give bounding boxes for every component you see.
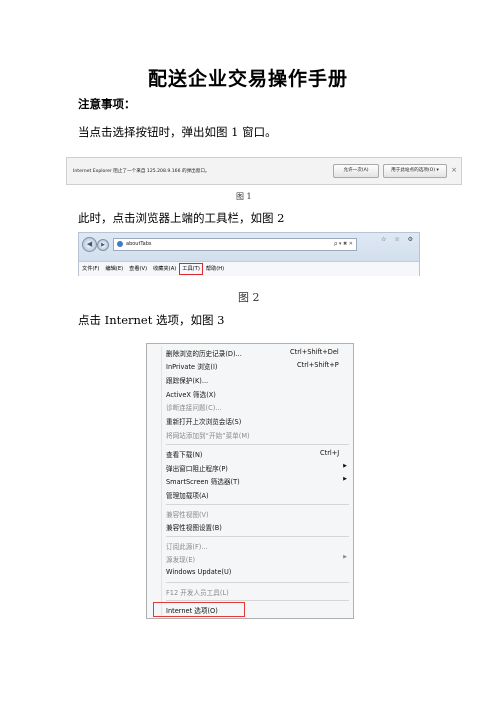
menu-item-delete-history[interactable]: 删除浏览的历史记录(D)... bbox=[166, 348, 242, 358]
site-options-button[interactable]: 用于此站点的选项(O) ▾ bbox=[383, 164, 447, 178]
menu-item-feed-discovery: 源发现(E) bbox=[166, 556, 196, 564]
menu-item-dev-tools: F12 开发人员工具(L) bbox=[166, 589, 229, 597]
note-heading: 注意事项： bbox=[78, 97, 136, 111]
address-bar[interactable]: aboutTabs ρ ▾ ✖ ✕ bbox=[113, 238, 357, 251]
submenu-arrow-icon: ▶ bbox=[343, 476, 347, 482]
toolbar-icons[interactable]: ☆ ☆ ⚙ bbox=[381, 236, 416, 243]
menu-item-inprivate[interactable]: InPrivate 浏览(I) bbox=[166, 361, 218, 371]
menu-item-compat-view: 兼容性视图(V) bbox=[166, 511, 209, 519]
menu-gutter bbox=[161, 346, 162, 616]
figure-2-caption: 图 2 bbox=[238, 291, 260, 304]
menu-separator bbox=[166, 600, 349, 601]
menu-item-popup-blocker[interactable]: 弹出窗口阻止程序(P) bbox=[166, 463, 228, 473]
menu-edit[interactable]: 编辑(E) bbox=[102, 262, 126, 276]
menu-item-tracking-protection[interactable]: 跟踪保护(K)... bbox=[166, 375, 208, 385]
menu-item-add-to-start: 将网站添加到“开始”菜单(M) bbox=[166, 432, 250, 440]
figure-1-caption: 图 1 bbox=[236, 192, 252, 201]
menu-separator bbox=[166, 536, 349, 537]
infobar-message: Internet Explorer 阻止了一个来自 125.208.9.166 … bbox=[73, 169, 210, 174]
menu-item-windows-update[interactable]: Windows Update(U) bbox=[166, 568, 231, 576]
menu-item-smartscreen[interactable]: SmartScreen 筛选器(T) bbox=[166, 476, 240, 486]
menu-bar: 文件(F) 编辑(E) 查看(V) 收藏夹(A) 工具(T) 帮助(H) bbox=[79, 261, 419, 276]
menu-tools[interactable]: 工具(T) bbox=[179, 263, 203, 275]
paragraph-3: 点击 Internet 选项，如图 3 bbox=[78, 313, 225, 327]
tab-title: aboutTabs bbox=[126, 241, 152, 247]
highlight-box bbox=[153, 602, 245, 617]
browser-window: ◀ ▶ aboutTabs ρ ▾ ✖ ✕ ☆ ☆ ⚙ 文件(F) 编辑(E) 查看… bbox=[78, 232, 420, 276]
menu-separator bbox=[166, 444, 349, 445]
tools-menu: 删除浏览的历史记录(D)... Ctrl+Shift+Del InPrivate… bbox=[146, 343, 354, 619]
paragraph-1: 当点击选择按钮时，弹出如图 1 窗口。 bbox=[78, 125, 277, 139]
menu-item-subscribe-feed: 订阅此源(F)... bbox=[166, 543, 208, 551]
back-arrow-icon[interactable]: ◀ bbox=[82, 237, 97, 252]
menu-separator bbox=[166, 504, 349, 505]
ie-page-icon bbox=[117, 240, 123, 247]
menu-help[interactable]: 帮助(H) bbox=[203, 262, 227, 276]
menu-item-compat-settings[interactable]: 兼容性视图设置(B) bbox=[166, 522, 222, 532]
submenu-arrow-icon: ▶ bbox=[343, 554, 347, 560]
submenu-arrow-icon: ▶ bbox=[343, 463, 347, 469]
menu-file[interactable]: 文件(F) bbox=[79, 262, 102, 276]
menu-view[interactable]: 查看(V) bbox=[126, 262, 150, 276]
popup-blocked-infobar: Internet Explorer 阻止了一个来自 125.208.9.166 … bbox=[66, 157, 462, 185]
shortcut-delete-history: Ctrl+Shift+Del bbox=[290, 348, 339, 356]
paragraph-2: 此时，点击浏览器上端的工具栏，如图 2 bbox=[78, 211, 285, 225]
menu-item-view-downloads[interactable]: 查看下载(N) bbox=[166, 449, 202, 459]
page-title: 配送企业交易操作手册 bbox=[147, 68, 348, 90]
menu-separator bbox=[166, 582, 349, 583]
menu-item-diagnose: 诊断连接问题(C)... bbox=[166, 404, 222, 412]
shortcut-view-downloads: Ctrl+J bbox=[320, 449, 340, 457]
forward-arrow-icon[interactable]: ▶ bbox=[97, 239, 109, 251]
menu-item-activex-filtering[interactable]: ActiveX 筛选(X) bbox=[166, 389, 216, 399]
menu-item-reopen-session[interactable]: 重新打开上次浏览会话(S) bbox=[166, 416, 241, 426]
menu-favorites[interactable]: 收藏夹(A) bbox=[150, 262, 179, 276]
allow-once-button[interactable]: 允许一次(A) bbox=[333, 164, 379, 178]
close-icon[interactable]: × bbox=[451, 166, 457, 174]
menu-item-manage-addons[interactable]: 管理加载项(A) bbox=[166, 490, 209, 500]
shortcut-inprivate: Ctrl+Shift+P bbox=[297, 361, 339, 369]
address-tools-icons[interactable]: ρ ▾ ✖ ✕ bbox=[334, 239, 353, 250]
